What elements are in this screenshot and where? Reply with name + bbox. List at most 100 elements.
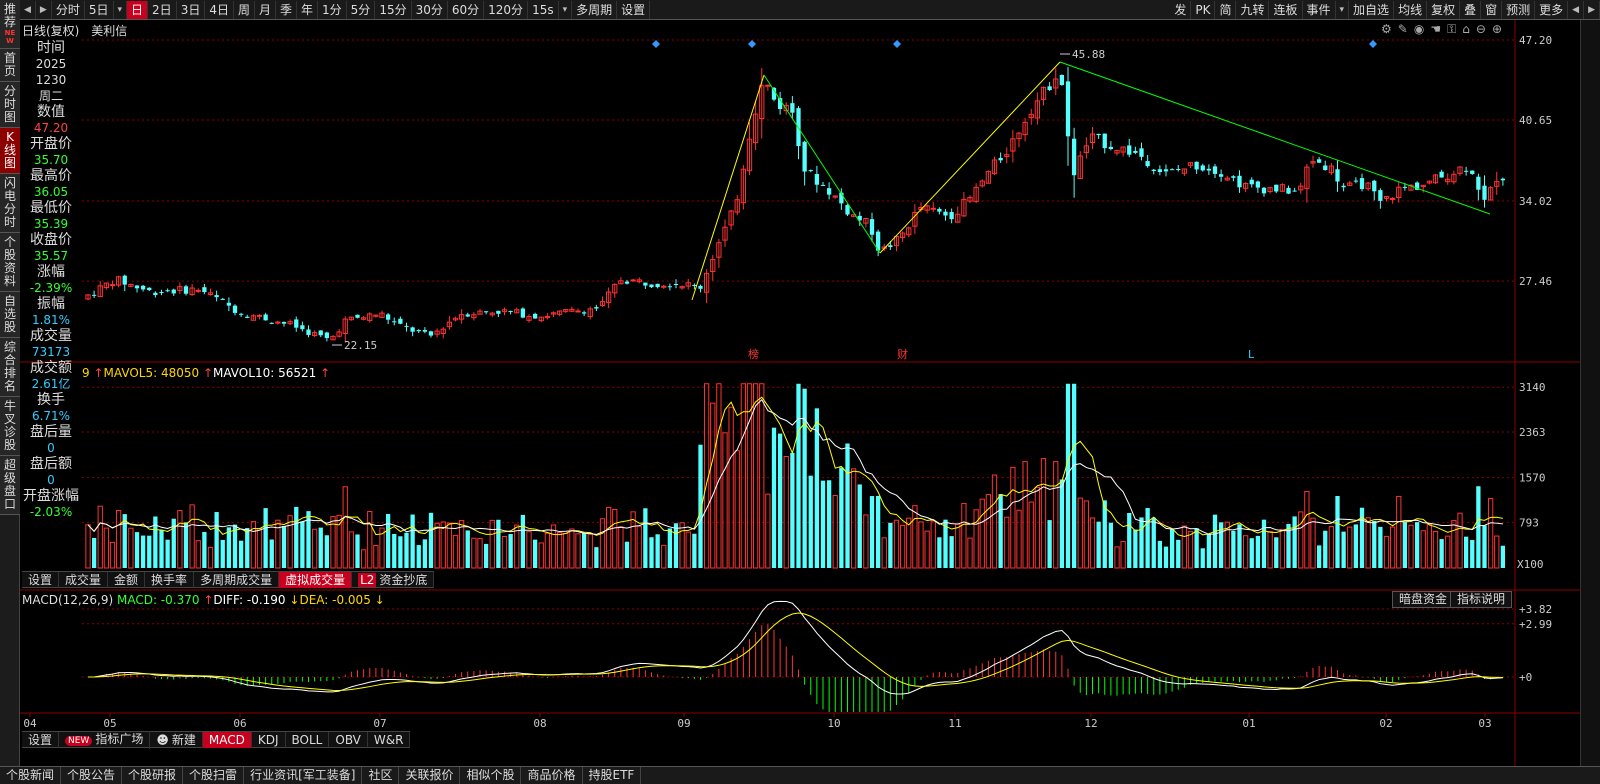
news-tab[interactable]: 持股ETF <box>583 767 642 784</box>
zoom-out-icon[interactable]: ⊖ <box>1476 22 1486 37</box>
toolbar-right-button[interactable]: 简 <box>1215 0 1237 19</box>
toolbar-right-button[interactable]: ▶ <box>1584 0 1600 19</box>
toolbar-right-button[interactable]: 复权 <box>1427 0 1461 19</box>
toolbar-button[interactable]: 日 <box>127 0 149 19</box>
toolbar-button[interactable]: 2日 <box>148 0 177 19</box>
news-tab[interactable]: 个股新闻 <box>0 767 62 784</box>
toolbar-button[interactable]: 15s <box>528 0 559 19</box>
gear-icon[interactable]: ⚙ <box>1381 22 1392 37</box>
news-tab[interactable]: 商品价格 <box>521 767 583 784</box>
indicator-tab[interactable]: BOLL <box>286 731 330 748</box>
macd-header: MACD(12,26,9) MACD: -0.370 ↑DIFF: -0.190… <box>22 593 385 607</box>
kline-chart[interactable]: 45.88 22.15 榜 财 L 47.20 40.65 34.02 27.46 3140 23… <box>0 0 1600 784</box>
left-nav-item[interactable]: 牛叉诊股 <box>0 397 20 456</box>
indicator-tab[interactable]: KDJ <box>252 731 286 748</box>
toolbar-right-button[interactable]: ◀ <box>1568 0 1585 19</box>
toolbar-button[interactable]: 多周期 <box>572 0 618 19</box>
volume-tab[interactable]: L2 资金抄底 <box>352 571 435 588</box>
left-nav-item[interactable]: K线图 <box>0 128 20 174</box>
news-tab[interactable]: 相似个股 <box>460 767 522 784</box>
indicator-tab[interactable]: OBV <box>329 731 368 748</box>
toolbar-button[interactable]: 年 <box>297 0 319 19</box>
toolbar-right-button[interactable]: PK <box>1191 0 1216 19</box>
stock-name[interactable]: 美利信 <box>91 24 127 38</box>
left-nav-item[interactable]: 综合排名 <box>0 338 20 397</box>
volume-tab[interactable]: 设置 <box>22 571 60 588</box>
toolbar-right-button[interactable]: 发 <box>1170 0 1192 19</box>
candle-body <box>1096 133 1101 136</box>
candle-body <box>1249 179 1254 185</box>
zoom-in-icon[interactable]: ⊕ <box>1492 22 1502 37</box>
candle-body <box>1194 161 1199 170</box>
volume-bar <box>1133 529 1138 568</box>
toolbar-right-button[interactable]: 叠 <box>1460 0 1482 19</box>
indicator-tab[interactable]: 设置 <box>22 731 60 748</box>
indicator-tab[interactable]: MACD <box>202 731 252 748</box>
news-tab[interactable]: 社区 <box>362 767 400 784</box>
toolbar-button[interactable]: 周 <box>234 0 255 19</box>
toolbar-button[interactable]: 15分 <box>375 0 412 19</box>
toolbar-button[interactable]: 设置 <box>617 0 651 19</box>
indicator-tab[interactable]: W&R <box>368 731 411 748</box>
toolbar-button[interactable]: 1分 <box>318 0 347 19</box>
left-nav-item[interactable]: 分时图 <box>0 82 20 128</box>
toolbar-button[interactable]: 5日 <box>85 0 114 19</box>
toolbar-right-button[interactable]: 九转 <box>1236 0 1270 19</box>
news-tab[interactable]: 个股扫雷 <box>183 767 245 784</box>
right-scrollbar[interactable] <box>1580 20 1600 766</box>
toolbar-button[interactable]: 120分 <box>484 0 529 19</box>
toolbar-button[interactable]: 季 <box>276 0 298 19</box>
volume-bar <box>869 496 875 568</box>
volume-tab[interactable]: 多周期成交量 <box>194 571 280 588</box>
toolbar-button[interactable]: ▶ <box>36 0 52 19</box>
left-nav-item[interactable]: 首页 <box>0 49 20 82</box>
volume-tab[interactable]: 换手率 <box>145 571 195 588</box>
home-icon[interactable]: ⌂ <box>1462 22 1470 37</box>
toolbar-right-button[interactable]: 加自选 <box>1349 0 1395 19</box>
left-nav-item[interactable]: 超级盘口 <box>0 456 20 515</box>
toolbar-button[interactable]: 3日 <box>177 0 206 19</box>
indicator-help-button[interactable]: 指标说明 <box>1450 591 1513 608</box>
toolbar-button[interactable]: 分时 <box>52 0 85 19</box>
eye-icon[interactable]: ◉ <box>1414 22 1424 37</box>
toolbar-button[interactable]: ◀ <box>20 0 36 19</box>
left-nav-item[interactable]: 推荐 NEW <box>0 0 20 49</box>
volume-bar <box>643 508 648 568</box>
toolbar-button[interactable]: 月 <box>255 0 276 19</box>
left-nav-item[interactable]: 自选股 <box>0 292 20 338</box>
lock-icon[interactable]: ⚿ <box>1447 22 1456 37</box>
left-nav-item[interactable]: 闪电分时 <box>0 174 20 233</box>
news-tab[interactable]: 行业资讯[军工装备] <box>244 767 363 784</box>
indicator-tab[interactable]: ☻ 新建 <box>150 731 203 748</box>
news-tab[interactable]: 关联报价 <box>399 767 461 784</box>
toolbar-button[interactable]: 60分 <box>448 0 485 19</box>
hand-icon[interactable]: ☚ <box>1430 22 1441 37</box>
toolbar-button[interactable]: 4日 <box>205 0 234 19</box>
left-nav-item[interactable]: 个股资料 <box>0 233 20 292</box>
toolbar-right-button[interactable]: ▾ <box>1336 0 1350 19</box>
toolbar-right-button[interactable]: 更多 <box>1535 0 1569 19</box>
volume-tab[interactable]: 金额 <box>108 571 146 588</box>
indicator-tab[interactable]: NEW 指标广场 <box>59 730 151 749</box>
l2-badge: L2 <box>358 572 377 587</box>
toolbar-right-button[interactable]: 窗 <box>1481 0 1503 19</box>
toolbar-right-button[interactable]: 均线 <box>1394 0 1428 19</box>
volume-tab[interactable]: 虚拟成交量 <box>279 571 353 588</box>
toolbar-button[interactable]: 5分 <box>347 0 376 19</box>
month-label: 02 <box>1379 717 1392 730</box>
toolbar-button[interactable]: 30分 <box>412 0 448 19</box>
toolbar-button[interactable]: ▾ <box>559 0 573 19</box>
toolbar-right-button[interactable]: 连板 <box>1269 0 1303 19</box>
pen-icon[interactable]: ✎ <box>1398 22 1408 37</box>
volume-tab[interactable]: 成交量 <box>59 571 109 588</box>
dark-pool-button[interactable]: 暗盘资金 <box>1392 591 1455 608</box>
volume-bar <box>1432 531 1439 569</box>
toolbar-right-button[interactable]: 预测 <box>1502 0 1536 19</box>
volume-bar <box>1267 531 1273 569</box>
news-tab[interactable]: 个股研报 <box>122 767 184 784</box>
volume-bar <box>594 547 599 568</box>
toolbar-right-button[interactable]: 事件 <box>1303 0 1336 19</box>
toolbar-button[interactable]: ▾ <box>114 0 128 19</box>
candle-body <box>1476 176 1481 190</box>
news-tab[interactable]: 个股公告 <box>61 767 123 784</box>
